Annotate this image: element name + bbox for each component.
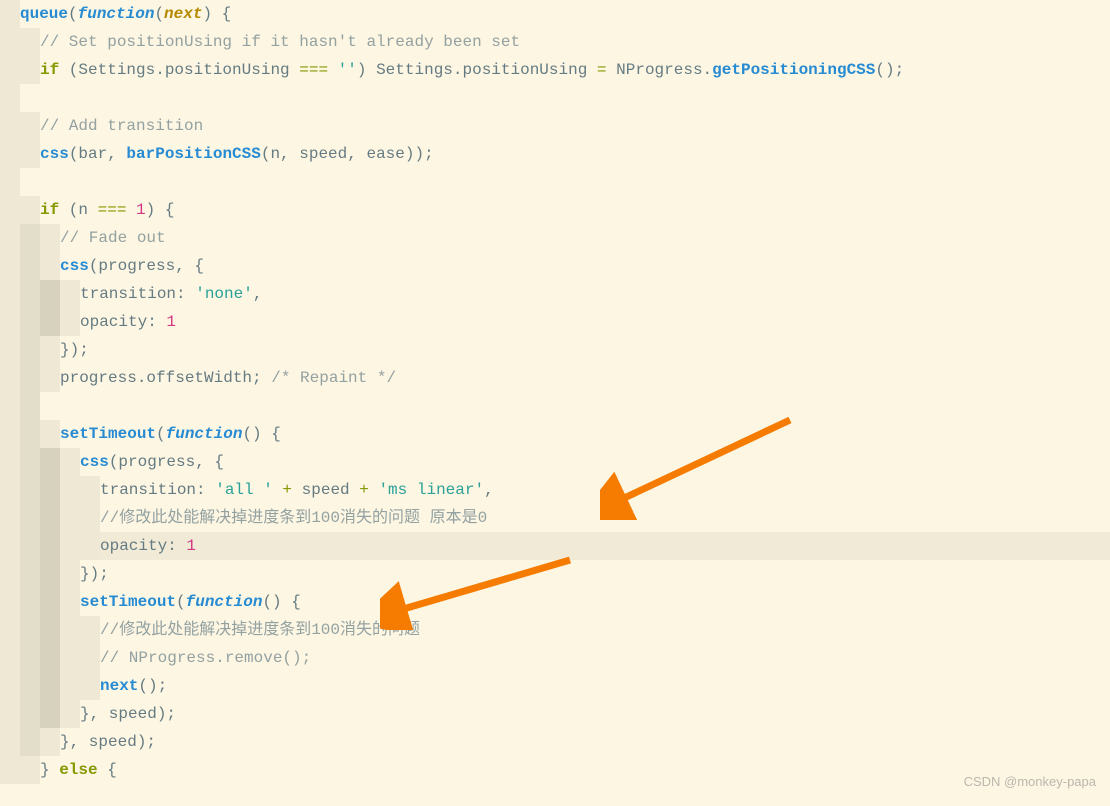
code-line: // Set positionUsing if it hasn't alread… — [0, 28, 1110, 56]
code-line: // Fade out — [0, 224, 1110, 252]
code-line: queue(function(next) { — [0, 0, 1110, 28]
code-line: // Add transition — [0, 112, 1110, 140]
code-line: setTimeout(function() { — [0, 420, 1110, 448]
code-line: progress.offsetWidth; /* Repaint */ — [0, 364, 1110, 392]
code-line: //修改此处能解决掉进度条到100消失的问题 原本是0 — [0, 504, 1110, 532]
code-line: }, speed); — [0, 728, 1110, 756]
code-line: //修改此处能解决掉进度条到100消失的问题 — [0, 616, 1110, 644]
code-line — [0, 392, 1110, 420]
code-line: transition: 'all ' + speed + 'ms linear'… — [0, 476, 1110, 504]
code-line — [0, 84, 1110, 112]
code-line: setTimeout(function() { — [0, 588, 1110, 616]
code-line: opacity: 1 — [0, 308, 1110, 336]
code-line: }, speed); — [0, 700, 1110, 728]
watermark: CSDN @monkey-papa — [964, 768, 1096, 796]
code-line: } else { — [0, 756, 1110, 784]
code-line: transition: 'none', — [0, 280, 1110, 308]
code-line — [0, 168, 1110, 196]
code-line: }); — [0, 560, 1110, 588]
code-line: // NProgress.remove(); — [0, 644, 1110, 672]
code-block: queue(function(next) { // Set positionUs… — [0, 0, 1110, 784]
code-line: css(progress, { — [0, 252, 1110, 280]
code-line: }); — [0, 336, 1110, 364]
code-line: if (Settings.positionUsing === '') Setti… — [0, 56, 1110, 84]
code-line: next(); — [0, 672, 1110, 700]
code-line-highlighted: opacity: 1 — [0, 532, 1110, 560]
code-line: css(progress, { — [0, 448, 1110, 476]
code-line: if (n === 1) { — [0, 196, 1110, 224]
code-line: css(bar, barPositionCSS(n, speed, ease))… — [0, 140, 1110, 168]
